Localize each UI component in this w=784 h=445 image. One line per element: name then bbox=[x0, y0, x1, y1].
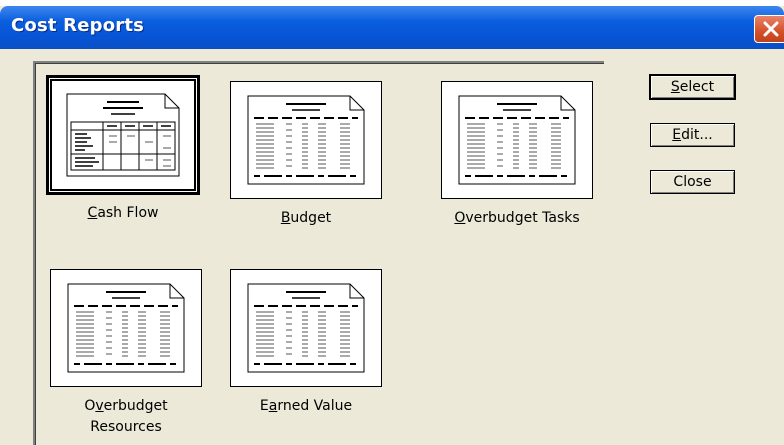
report-thumbnail[interactable] bbox=[230, 269, 382, 387]
table-report-icon bbox=[247, 95, 365, 185]
report-thumbnail[interactable] bbox=[230, 81, 382, 199]
report-label[interactable]: Overbudget Tasks bbox=[421, 208, 613, 229]
title-bar[interactable]: Cost Reports bbox=[0, 6, 784, 49]
report-thumbnail[interactable] bbox=[46, 75, 200, 195]
report-label[interactable]: Cash Flow bbox=[27, 203, 219, 224]
select-button[interactable]: Select bbox=[649, 74, 736, 100]
report-thumbnail[interactable] bbox=[441, 81, 593, 199]
report-label[interactable]: Overbudget Resources bbox=[30, 396, 222, 438]
table-report-icon bbox=[67, 283, 185, 373]
window-title: Cost Reports bbox=[11, 15, 145, 36]
cost-reports-dialog: Cost Reports Cash Flow Budget Overbudget… bbox=[0, 6, 784, 445]
close-x-icon bbox=[763, 21, 779, 37]
crosstab-report-icon bbox=[66, 93, 180, 177]
edit-button[interactable]: Edit... bbox=[650, 123, 735, 147]
report-label[interactable]: Earned Value bbox=[210, 396, 402, 417]
close-window-button[interactable] bbox=[754, 15, 784, 43]
table-report-icon bbox=[458, 95, 576, 185]
report-label[interactable]: Budget bbox=[210, 208, 402, 229]
table-report-icon bbox=[247, 283, 365, 373]
close-button[interactable]: Close bbox=[650, 170, 735, 194]
report-list[interactable]: Cash Flow Budget Overbudget Tasks Overbu… bbox=[33, 61, 604, 445]
report-thumbnail[interactable] bbox=[50, 269, 202, 387]
